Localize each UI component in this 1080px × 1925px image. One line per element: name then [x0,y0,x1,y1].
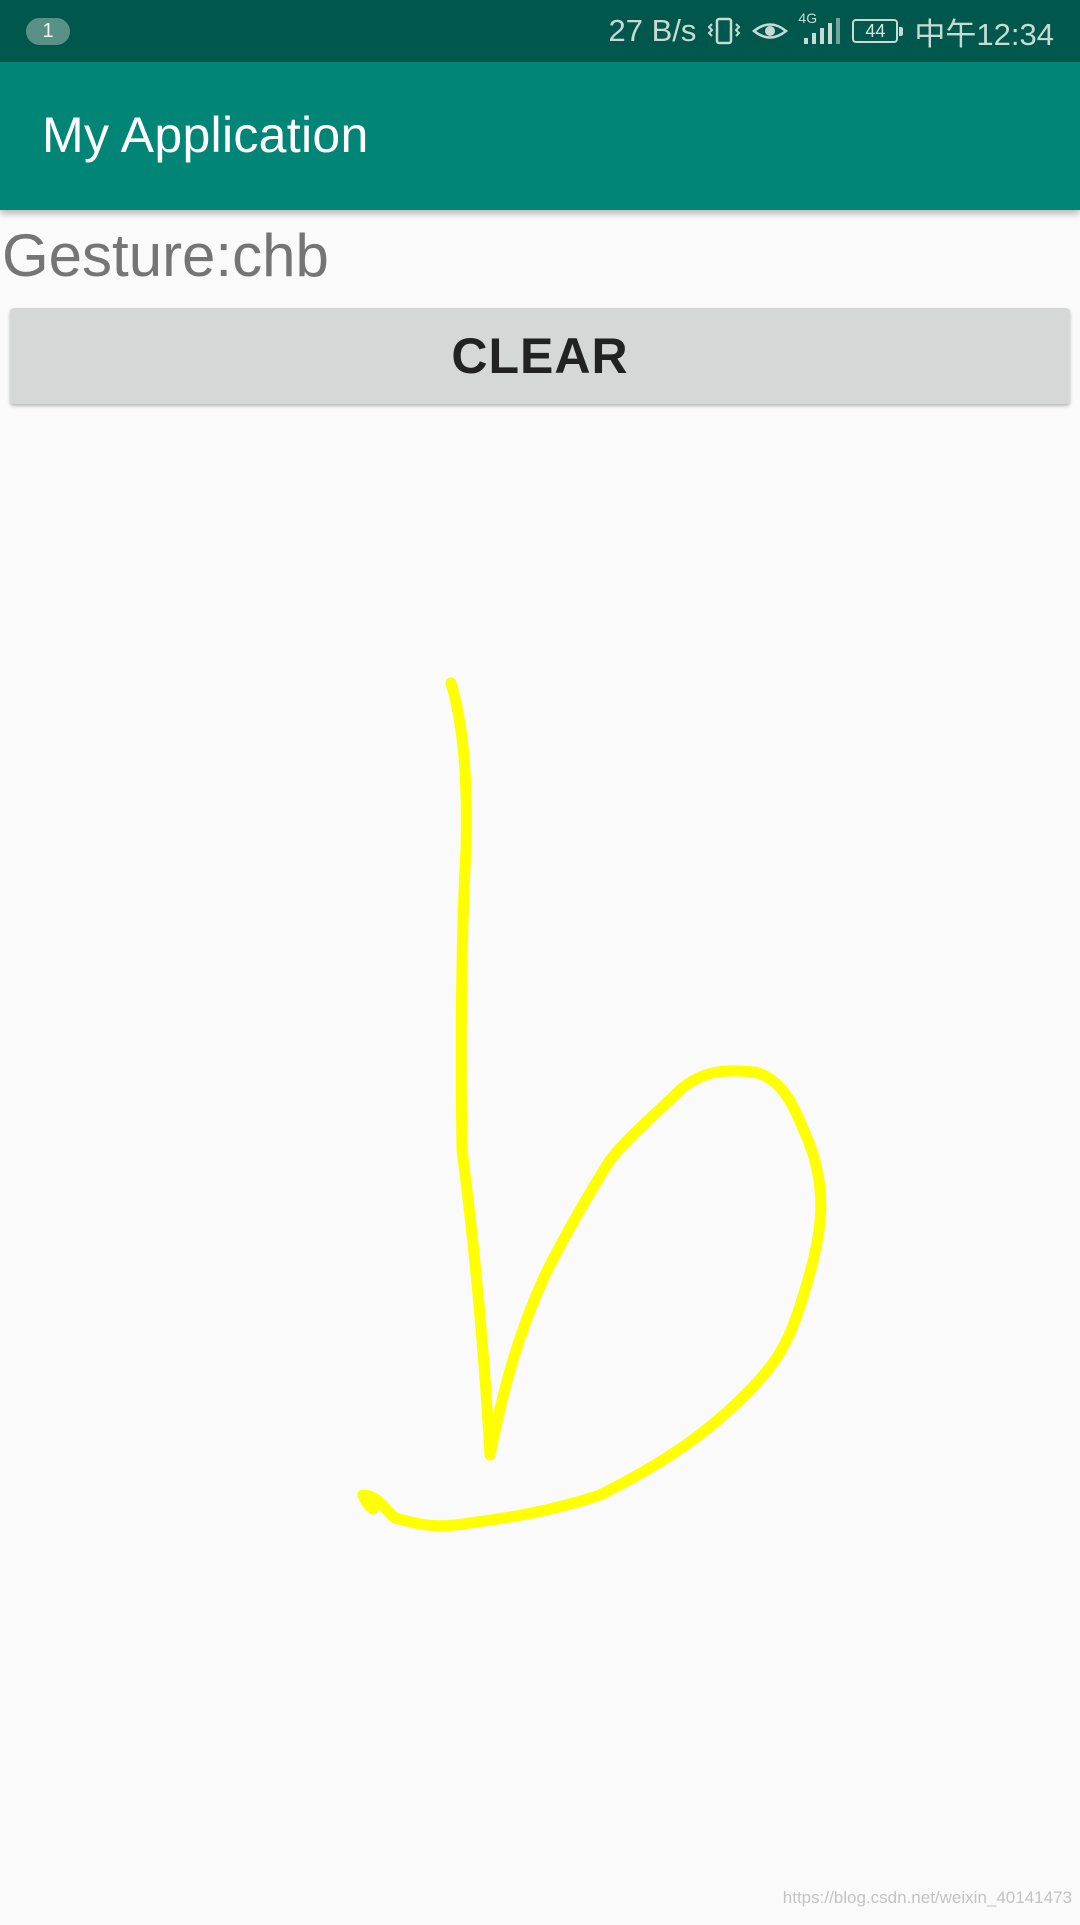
status-bar: 1 27 B/s 4G 44 中午12:34 [0,0,1080,62]
status-time: 中午12:34 [914,16,1054,52]
watermark-text: https://blog.csdn.net/weixin_40141473 [782,1888,1072,1907]
gesture-stroke [357,677,827,1532]
gesture-drawing [357,677,827,1532]
app-title: My Application [42,107,369,163]
notification-count-badge: 1 [26,18,70,45]
vibrate-icon [706,16,742,46]
battery-icon: 44 [852,19,904,43]
clear-button[interactable]: CLEAR [10,308,1070,404]
gesture-overlay-canvas[interactable] [0,410,1080,1920]
app-bar: My Application [0,62,1080,210]
eye-icon [752,18,789,44]
signal-icon: 4G [798,10,842,46]
network-speed: 27 B/s [608,13,697,48]
gesture-result-label: Gesture:chb [2,222,329,289]
network-type-label: 4G [798,10,818,26]
status-icons: 27 B/s 4G 44 中午12:34 [609,0,1054,62]
